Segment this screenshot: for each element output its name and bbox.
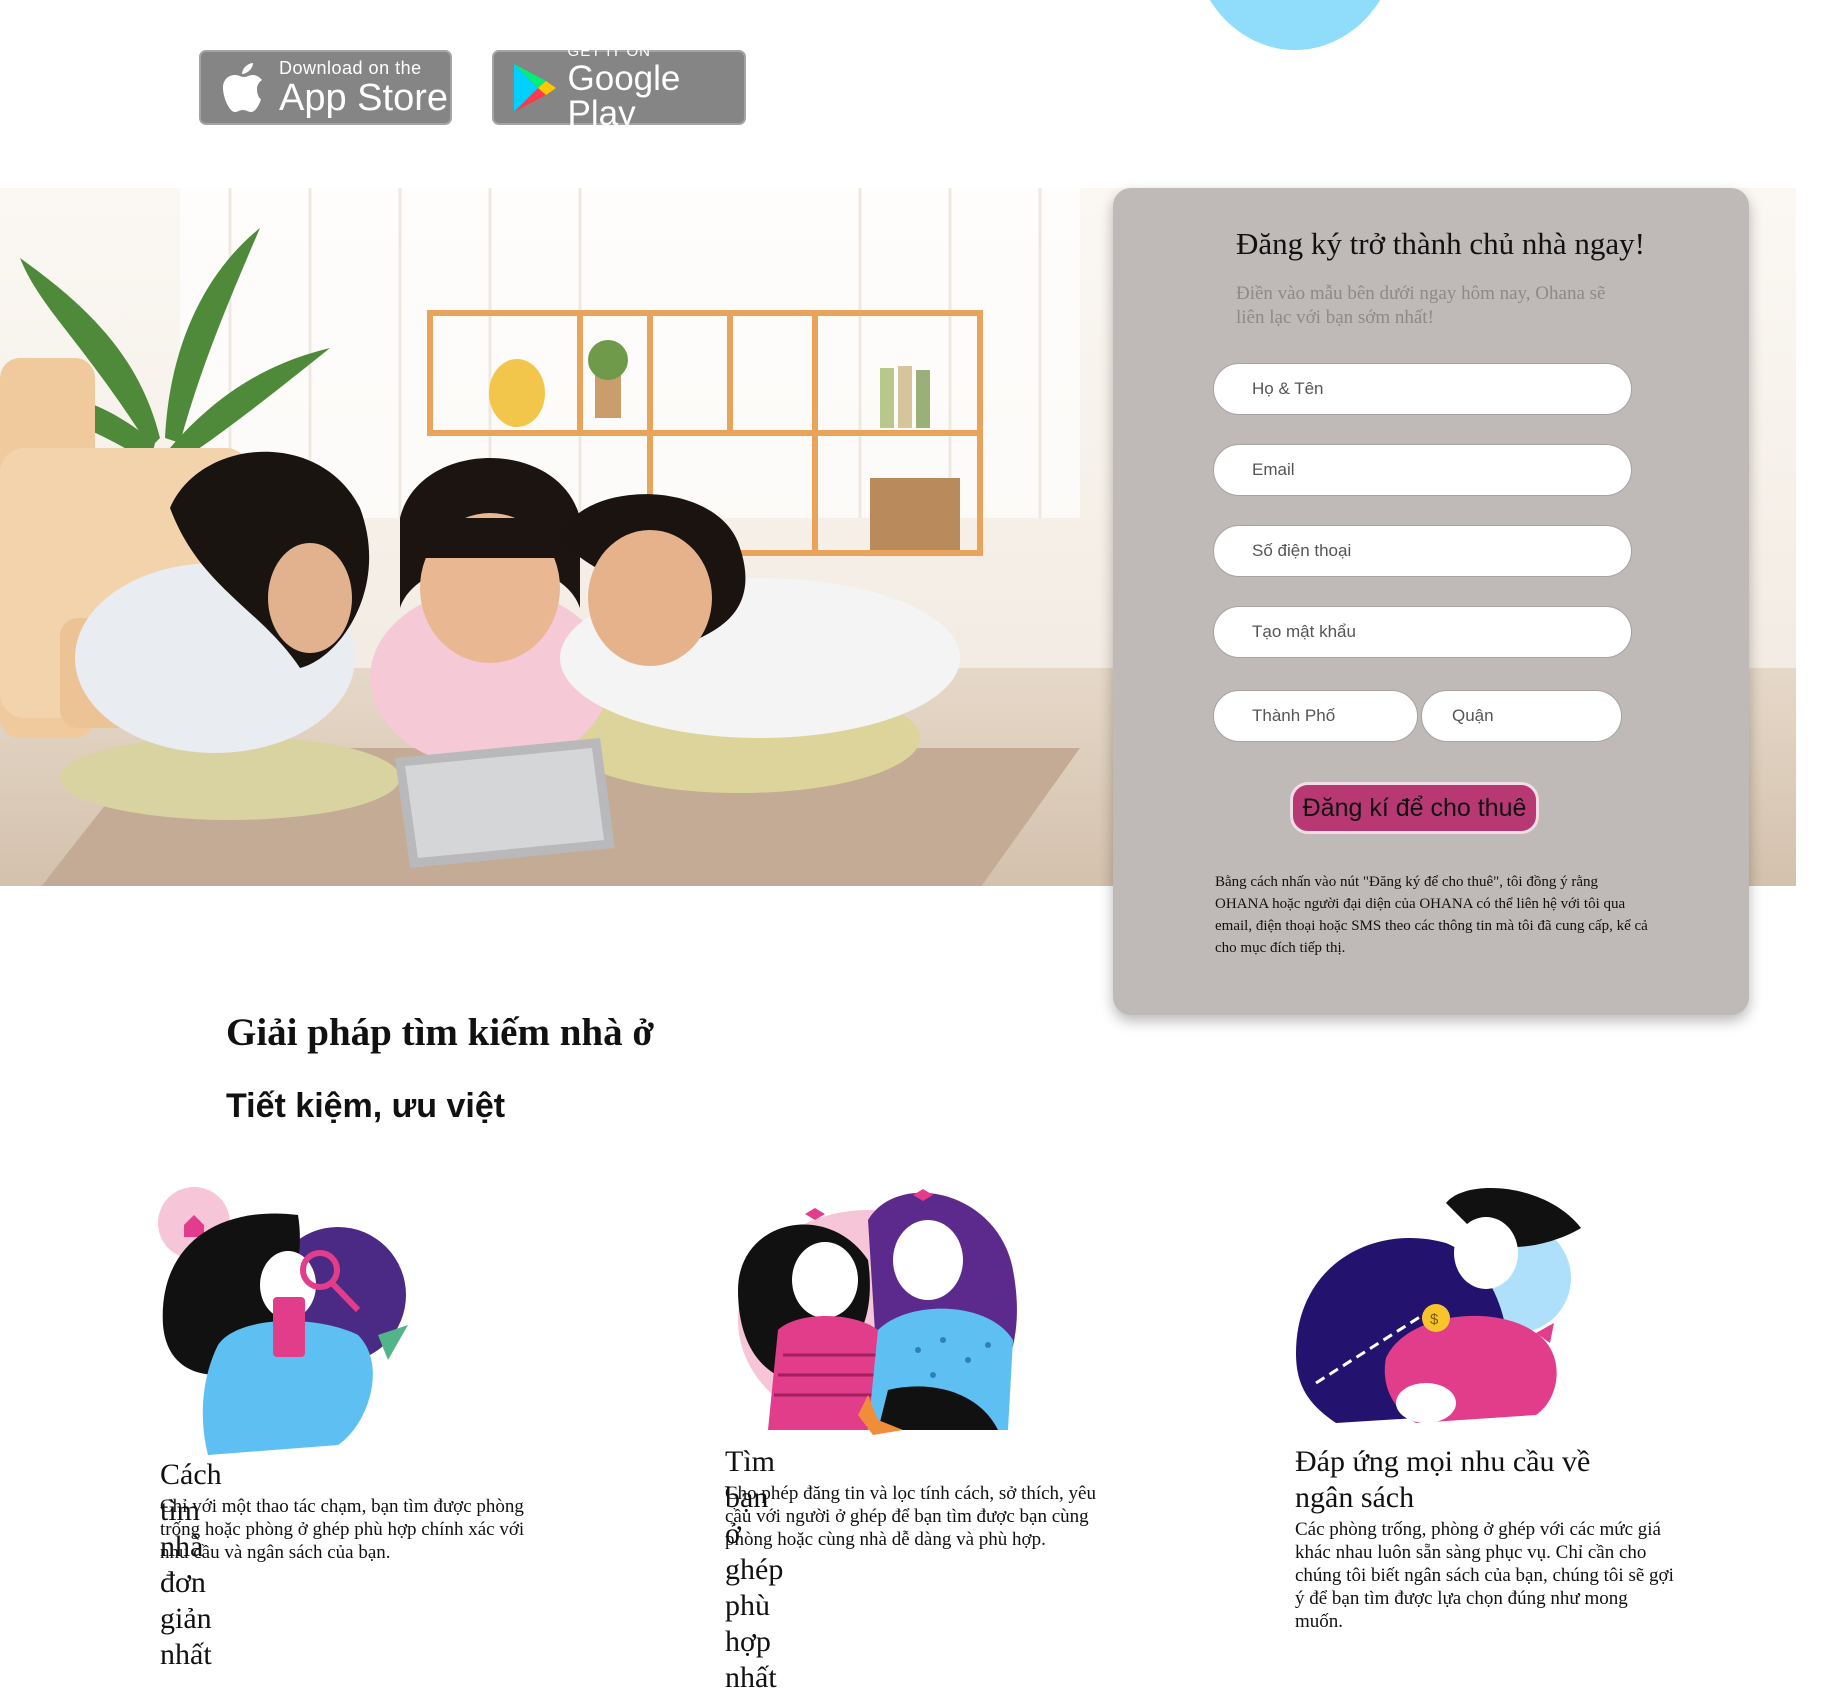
app-store-small-label: Download on the [279, 57, 422, 78]
terms-text: Bằng cách nhấn vào nút "Đăng ký để cho t… [1215, 874, 1648, 956]
signup-card: Đăng ký trở thành chủ nhà ngay! Điền vào… [1113, 188, 1749, 1015]
svg-text:$: $ [1430, 1311, 1439, 1328]
feature-text: Chỉ với một thao tác chạm, bạn tìm được … [160, 1496, 525, 1563]
section-subheading: Tiết kiệm, ưu việt [226, 1087, 506, 1125]
feature-text: Cho phép đăng tin và lọc tính cách, sở t… [725, 1483, 1096, 1550]
phone-input[interactable] [1213, 525, 1632, 577]
signup-subtitle: Điền vào mẫu bên dưới ngay hôm nay, Ohan… [1236, 283, 1606, 328]
app-store-badge[interactable]: Download on the App Store [199, 50, 452, 125]
section-heading: Giải pháp tìm kiếm nhà ở [226, 1011, 654, 1054]
google-play-badge[interactable]: GET IT ON Google Play [492, 44, 746, 131]
password-input[interactable] [1213, 606, 1632, 658]
search-home-illustration [158, 1185, 428, 1465]
feature-title: Cách tìm nhà đơn giản nhất [160, 1458, 222, 1671]
feature-title: Đáp ứng mọi nhu cầu về ngân sách [1295, 1445, 1591, 1514]
piggy-bank-illustration: $ [1296, 1183, 1586, 1443]
app-store-label: App Store [279, 76, 448, 119]
apple-icon [213, 58, 273, 118]
google-play-label: Google Play [567, 59, 681, 133]
roommates-illustration [728, 1180, 1028, 1440]
city-input[interactable] [1213, 690, 1418, 742]
feature-text: Các phòng trống, phòng ở ghép với các mứ… [1295, 1519, 1674, 1632]
email-input[interactable] [1213, 444, 1632, 496]
signup-title: Đăng ký trở thành chủ nhà ngay! [1236, 226, 1645, 261]
district-input[interactable] [1421, 690, 1622, 742]
name-input[interactable] [1213, 363, 1632, 415]
google-play-small-label: GET IT ON [567, 43, 651, 60]
register-to-rent-button[interactable]: Đăng kí để cho thuê [1290, 782, 1539, 834]
google-play-icon [506, 58, 562, 118]
decorative-circle [1190, 0, 1400, 50]
